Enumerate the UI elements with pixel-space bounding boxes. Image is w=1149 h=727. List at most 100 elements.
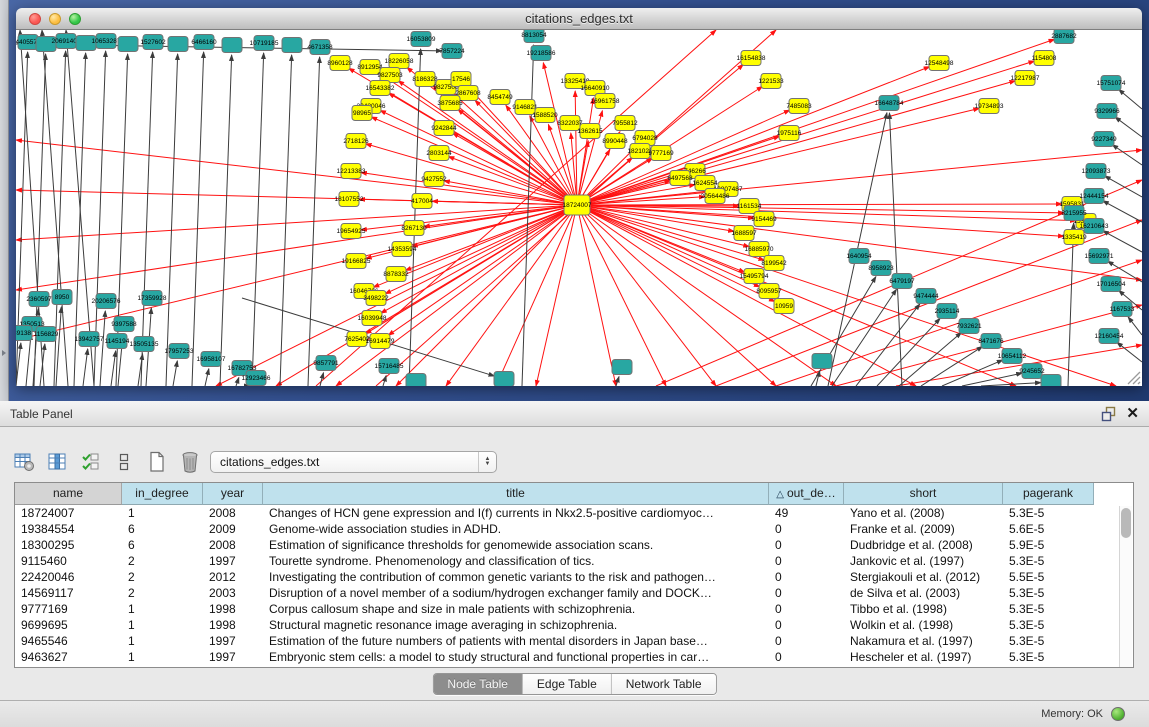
network-window-titlebar[interactable]: citations_edges.txt (16, 8, 1142, 30)
citation-edge[interactable] (409, 49, 421, 386)
citation-edge[interactable] (981, 383, 1041, 386)
network-desktop: citations_edges.txt 18724007440557820691… (0, 0, 1149, 401)
node-label: 8471676 (978, 338, 1004, 345)
table-vertical-scrollbar[interactable] (1119, 506, 1132, 667)
citation-edge[interactable] (577, 205, 666, 386)
citation-edge[interactable] (1103, 201, 1142, 222)
table-mode-button[interactable] (12, 449, 38, 475)
graph-node[interactable] (282, 38, 302, 53)
citation-edge[interactable] (1119, 89, 1142, 109)
citation-edge[interactable] (1112, 145, 1142, 165)
citation-edge[interactable] (942, 360, 1003, 386)
citation-edge[interactable] (111, 351, 116, 386)
citation-edge[interactable] (205, 369, 209, 386)
citation-edge[interactable] (280, 55, 292, 386)
column-checklist-button[interactable] (78, 449, 104, 475)
citation-edge[interactable] (166, 54, 178, 386)
column-header-name[interactable]: name (15, 483, 122, 505)
citation-edge[interactable] (83, 349, 88, 386)
citation-edge[interactable] (141, 52, 153, 386)
row-height-button[interactable] (111, 449, 137, 475)
table-row[interactable]: 2242004622012Investigating the contribut… (15, 569, 1133, 585)
citation-edge[interactable] (586, 205, 1064, 213)
citation-edge[interactable] (100, 311, 105, 386)
table-row[interactable]: 977716911998Corpus callosum shape and si… (15, 601, 1133, 617)
table-cell: 5.5E-5 (1003, 569, 1094, 585)
citation-edge[interactable] (383, 376, 386, 386)
column-header-in_degree[interactable]: in_degree (122, 483, 203, 505)
citation-edge[interactable] (577, 205, 716, 386)
citation-edge[interactable] (571, 133, 576, 196)
citation-edge[interactable] (877, 318, 940, 386)
tab-edge-table[interactable]: Edge Table (523, 674, 612, 694)
table-row[interactable]: 1938455462009Genome-wide association stu… (15, 521, 1133, 537)
citation-edge[interactable] (16, 205, 577, 340)
column-header-title[interactable]: title (263, 483, 769, 505)
graph-node[interactable] (1041, 375, 1061, 387)
graph-node[interactable] (812, 354, 832, 369)
citation-edge[interactable] (577, 205, 1116, 386)
show-columns-button[interactable] (45, 449, 71, 475)
citation-edge[interactable] (616, 377, 619, 386)
citation-edge[interactable] (236, 377, 239, 386)
graph-node[interactable] (118, 37, 138, 52)
citation-edge[interactable] (832, 289, 896, 386)
node-label: 18226058 (385, 58, 414, 65)
graph-node[interactable] (612, 360, 632, 375)
graph-node[interactable] (168, 37, 188, 52)
citation-edge[interactable] (1103, 231, 1142, 252)
close-panel-icon[interactable]: ✕ (1126, 404, 1139, 422)
citation-edge[interactable] (536, 205, 577, 386)
citation-network-graph[interactable]: 1872400744055782069140610653287152760264… (16, 30, 1142, 386)
column-header-label: out_de… (787, 486, 836, 500)
table-row[interactable]: 911546021997Tourette syndrome. Phenomeno… (15, 553, 1133, 569)
citation-edge[interactable] (252, 53, 264, 386)
citation-edge[interactable] (575, 91, 577, 196)
citation-edge[interactable] (1115, 117, 1142, 137)
table-row[interactable]: 1456911722003Disruption of a novel membe… (15, 585, 1133, 601)
citation-edge[interactable] (1128, 317, 1142, 335)
table-row[interactable]: 969969511998Structural magnetic resonanc… (15, 617, 1133, 633)
table-row[interactable]: 1830029562008Estimation of significance … (15, 537, 1133, 553)
citation-edge[interactable] (26, 334, 31, 386)
citation-edge[interactable] (921, 346, 983, 386)
citation-edge[interactable] (173, 361, 177, 386)
table-row[interactable]: 946362711997Embryonic stem cells: a mode… (15, 649, 1133, 665)
citation-edge[interactable] (496, 205, 577, 386)
node-label: 3875685 (437, 100, 463, 107)
column-header-out_de[interactable]: △out_de… (769, 483, 844, 505)
float-panel-icon[interactable] (1101, 406, 1117, 422)
node-label: 9827503 (377, 72, 403, 79)
scrollbar-thumb[interactable] (1121, 508, 1131, 538)
graph-node[interactable] (494, 372, 514, 387)
delete-column-button[interactable] (177, 449, 203, 475)
citation-edge[interactable] (453, 133, 570, 200)
column-header-short[interactable]: short (844, 483, 1003, 505)
column-header-pagerank[interactable]: pagerank (1003, 483, 1094, 505)
column-header-year[interactable]: year (203, 483, 263, 505)
left-panel-divider[interactable] (0, 0, 9, 401)
create-column-button[interactable] (144, 449, 170, 475)
citation-edge[interactable] (586, 204, 1062, 205)
canvas-resize-grip[interactable] (1125, 369, 1141, 385)
citation-edge[interactable] (586, 207, 750, 247)
panel-collapse-arrow-icon[interactable] (2, 350, 6, 356)
table-cell: 1 (122, 649, 203, 665)
network-canvas[interactable]: 1872400744055782069140610653287152760264… (16, 30, 1142, 386)
citation-edge[interactable] (361, 206, 568, 230)
network-selector-dropdown[interactable]: citations_edges.txt ▲▼ (210, 451, 497, 473)
graph-node[interactable] (222, 38, 242, 53)
memory-status-indicator-icon[interactable] (1111, 707, 1125, 721)
citation-edge[interactable] (586, 39, 1055, 202)
tab-network-table[interactable]: Network Table (612, 674, 716, 694)
table-row[interactable]: 946554611997Estimation of the future num… (15, 633, 1133, 649)
tab-node-table[interactable]: Node Table (433, 674, 523, 694)
node-label: 6794028 (632, 135, 658, 142)
node-label: 8454749 (487, 94, 513, 101)
table-type-tabs: Node Table Edge Table Network Table (432, 673, 716, 695)
table-row[interactable]: 1872400712008Changes of HCN gene express… (15, 505, 1133, 521)
graph-node[interactable] (406, 374, 426, 387)
citation-edge[interactable] (192, 52, 204, 386)
citation-edge[interactable] (577, 205, 616, 386)
citation-edge[interactable] (220, 55, 232, 386)
